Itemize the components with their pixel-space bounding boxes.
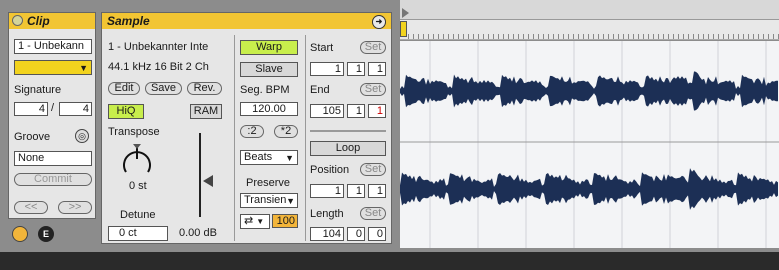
start-marker-icon[interactable] [402,8,409,18]
waveform-display[interactable] [400,41,779,248]
loop-separator [310,130,386,132]
transpose-value: 0 st [129,180,147,192]
preserve-dropdown[interactable]: Transien ▼ [240,193,298,208]
warp-mode-value: Beats [244,151,273,163]
signature-denominator[interactable]: 4 [59,102,92,116]
clip-header: Clip [9,13,95,29]
start-sixteenth-field[interactable]: 1 [368,62,386,76]
clip-color-dropdown[interactable]: ▼ [14,60,92,75]
clip-activator-icon[interactable] [12,15,23,26]
commit-button[interactable]: Commit [14,173,92,186]
clip-title: Clip [27,14,50,28]
length-beat-field[interactable]: 0 [347,227,365,241]
warp-mode-dropdown[interactable]: Beats ▼ [240,150,298,165]
transpose-knob[interactable] [118,141,156,179]
gain-slider-track[interactable] [199,133,201,217]
chevron-down-icon: ▼ [79,63,88,73]
groove-hot-swap-icon[interactable]: ◎ [75,129,89,143]
waveform-channel-1 [400,71,778,111]
detune-label: Detune [120,209,156,221]
length-sixteenth-field[interactable]: 0 [368,227,386,241]
hiq-button[interactable]: HiQ [108,104,144,119]
chevron-down-icon: ▼ [285,153,294,163]
envelope-icon[interactable]: E [38,226,54,242]
loop-mode-icon: ⇄ [244,215,254,227]
sample-info: 44.1 kHz 16 Bit 2 Ch [108,61,209,73]
signature-label: Signature [14,84,62,96]
half-tempo-button[interactable]: :2 [240,125,264,138]
loop-button[interactable]: Loop [310,141,386,156]
gain-value: 0.00 dB [179,227,217,239]
clip-panel: Clip 1 - Unbekann ▼ Signature 4 / 4 Groo… [8,12,96,219]
nudge-back-button[interactable]: << [14,201,48,214]
transpose-label: Transpose [108,126,160,138]
waveform-divider [392,0,400,252]
end-beat-field[interactable]: 1 [347,104,365,118]
reverse-button[interactable]: Rev. [187,82,222,95]
warp-button[interactable]: Warp [240,40,298,55]
nudge-forward-button[interactable]: >> [58,201,92,214]
preserve-value: Transien [244,194,287,206]
position-bar-field[interactable]: 1 [310,184,344,198]
preserve-label: Preserve [246,177,291,189]
length-bar-field[interactable]: 104 [310,227,344,241]
start-bar-field[interactable]: 1 [310,62,344,76]
save-button[interactable]: Save [145,82,182,95]
seg-bpm-field[interactable]: 120.00 [240,102,298,116]
start-label: Start [310,42,334,54]
groove-field[interactable]: None [14,151,92,166]
end-set-button[interactable]: Set [360,83,386,96]
position-label: Position [310,164,350,176]
ram-button[interactable]: RAM [190,104,222,119]
length-label: Length [310,208,344,220]
end-label: End [310,84,330,96]
double-tempo-button[interactable]: *2 [274,125,298,138]
detune-field[interactable]: 0 ct [108,226,168,241]
groove-label: Groove [14,131,51,143]
signature-separator: / [51,102,55,114]
loop-mode-dropdown[interactable]: ⇄ ▼ [240,214,270,229]
loop-amount-field[interactable]: 100 [272,214,298,228]
edit-button[interactable]: Edit [108,82,140,95]
end-sixteenth-field[interactable]: 1 [368,104,386,118]
length-set-button[interactable]: Set [360,207,386,220]
start-beat-field[interactable]: 1 [347,62,365,76]
clip-name-field[interactable]: 1 - Unbekann [14,39,92,54]
launch-icon[interactable] [12,226,28,242]
transient-marker-row [408,34,779,39]
timeline-ruler[interactable] [400,0,779,20]
start-set-button[interactable]: Set [360,41,386,54]
seg-bpm-label: Seg. BPM [240,84,290,96]
slave-button[interactable]: Slave [240,62,298,77]
position-set-button[interactable]: Set [360,163,386,176]
waveform-channel-2 [400,168,778,210]
middle-divider [234,35,235,241]
loop-brace-icon[interactable] [400,21,407,37]
gain-slider-handle-icon[interactable] [203,175,213,187]
status-bar [0,252,779,270]
warp-marker-strip[interactable] [400,20,779,40]
signature-numerator[interactable]: 4 [14,102,48,116]
chevron-down-icon: ▼ [256,217,265,226]
sample-panel: Sample ➜ 1 - Unbekannter Inte 44.1 kHz 1… [101,12,392,244]
chevron-down-icon: ▼ [286,195,295,207]
right-divider [305,35,306,241]
waveform-svg [400,41,779,248]
position-sixteenth-field[interactable]: 1 [368,184,386,198]
sample-name: 1 - Unbekannter Inte [108,41,209,53]
sample-title: Sample [107,14,150,28]
end-bar-field[interactable]: 105 [310,104,344,118]
sample-show-icon[interactable]: ➜ [372,15,386,29]
sample-header: Sample ➜ [102,13,391,29]
position-beat-field[interactable]: 1 [347,184,365,198]
